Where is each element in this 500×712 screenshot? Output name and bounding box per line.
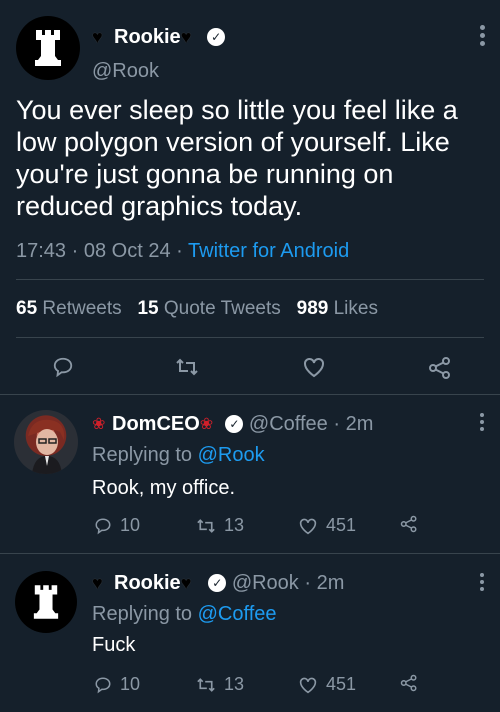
black-heart-icon: ♥	[92, 27, 103, 47]
tweet-stats: 65 Retweets 15 Quote Tweets 989 Likes	[16, 298, 378, 320]
reply-count: 10	[120, 674, 141, 694]
retweet-icon	[176, 358, 198, 376]
like-count: 451	[326, 515, 357, 535]
rose-icon: ❀	[199, 416, 214, 433]
reply-button[interactable]: 10	[94, 674, 140, 695]
like-button[interactable]	[302, 356, 326, 378]
reply-text: Fuck	[92, 634, 136, 656]
like-button[interactable]: 451	[298, 515, 356, 536]
tweet-date: 08 Oct 24	[83, 240, 171, 262]
share-icon	[400, 515, 417, 533]
more-options-icon[interactable]	[477, 570, 487, 594]
reply-icon	[53, 357, 73, 378]
replying-to-link[interactable]: @Rook	[198, 444, 265, 466]
separator: ·	[176, 240, 183, 262]
replying-to-label: Replying to	[92, 444, 193, 466]
heart-icon	[299, 677, 317, 693]
more-options-icon[interactable]	[477, 22, 487, 49]
share-icon	[429, 357, 450, 379]
reply-age: · 2m	[304, 572, 345, 594]
black-heart-icon: ♥	[180, 27, 192, 47]
rook-icon	[35, 30, 61, 66]
separator: ·	[71, 240, 79, 262]
replying-to-link[interactable]: @Coffee	[198, 603, 277, 625]
rose-icon: ❀	[92, 416, 106, 433]
heart-icon	[299, 518, 317, 534]
reply-count: 10	[120, 515, 141, 535]
verified-icon: ✓	[225, 415, 244, 433]
retweet-icon	[197, 518, 215, 533]
retweets-stat[interactable]: 65 Retweets	[16, 298, 122, 319]
display-name[interactable]: Rookie	[114, 26, 181, 48]
handle[interactable]: @Coffee	[249, 413, 328, 435]
divider	[16, 279, 484, 280]
divider	[16, 337, 484, 338]
display-name[interactable]: DomCEO	[112, 413, 200, 435]
reply-icon	[95, 676, 111, 693]
likes-stat[interactable]: 989 Likes	[297, 298, 378, 319]
avatar-portrait	[28, 419, 65, 474]
reply-age: · 2m	[333, 413, 374, 435]
display-name[interactable]: Rookie	[114, 572, 181, 594]
retweet-button[interactable]	[175, 356, 199, 378]
like-count: 451	[326, 674, 357, 694]
like-button[interactable]: 451	[298, 674, 356, 695]
share-button[interactable]	[428, 356, 452, 380]
divider	[0, 553, 500, 554]
retweet-count: 13	[224, 674, 245, 694]
share-icon	[400, 674, 417, 692]
replying-to-label: Replying to	[92, 603, 193, 625]
handle[interactable]: @Rook	[232, 572, 299, 594]
quote-tweets-stat[interactable]: 15 Quote Tweets	[137, 298, 280, 319]
rook-icon	[33, 585, 59, 619]
reply-button[interactable]: 10	[94, 515, 140, 536]
more-options-icon[interactable]	[477, 410, 487, 434]
reply-icon	[95, 517, 111, 534]
reply-text: Rook, my office.	[92, 477, 236, 499]
retweet-button[interactable]: 13	[196, 515, 244, 536]
avatar[interactable]	[14, 410, 78, 474]
black-heart-icon: ♥	[92, 573, 103, 593]
retweet-button[interactable]: 13	[196, 674, 244, 695]
retweet-icon	[197, 677, 215, 692]
avatar[interactable]	[16, 16, 80, 80]
black-heart-icon: ♥	[180, 573, 192, 593]
reply-button[interactable]	[52, 356, 74, 378]
tweet-client-link[interactable]: Twitter for Android	[188, 240, 349, 262]
divider	[0, 394, 500, 395]
share-button[interactable]	[400, 674, 418, 692]
verified-icon: ✓	[207, 28, 226, 46]
tweet-time: 17:43	[16, 240, 67, 262]
handle[interactable]: @Rook	[92, 60, 159, 83]
avatar[interactable]	[15, 571, 77, 633]
heart-icon	[304, 357, 324, 378]
share-button[interactable]	[400, 515, 418, 533]
verified-icon: ✓	[208, 574, 227, 592]
tweet-text: You ever sleep so little you feel like a…	[16, 95, 458, 221]
retweet-count: 13	[224, 515, 245, 535]
